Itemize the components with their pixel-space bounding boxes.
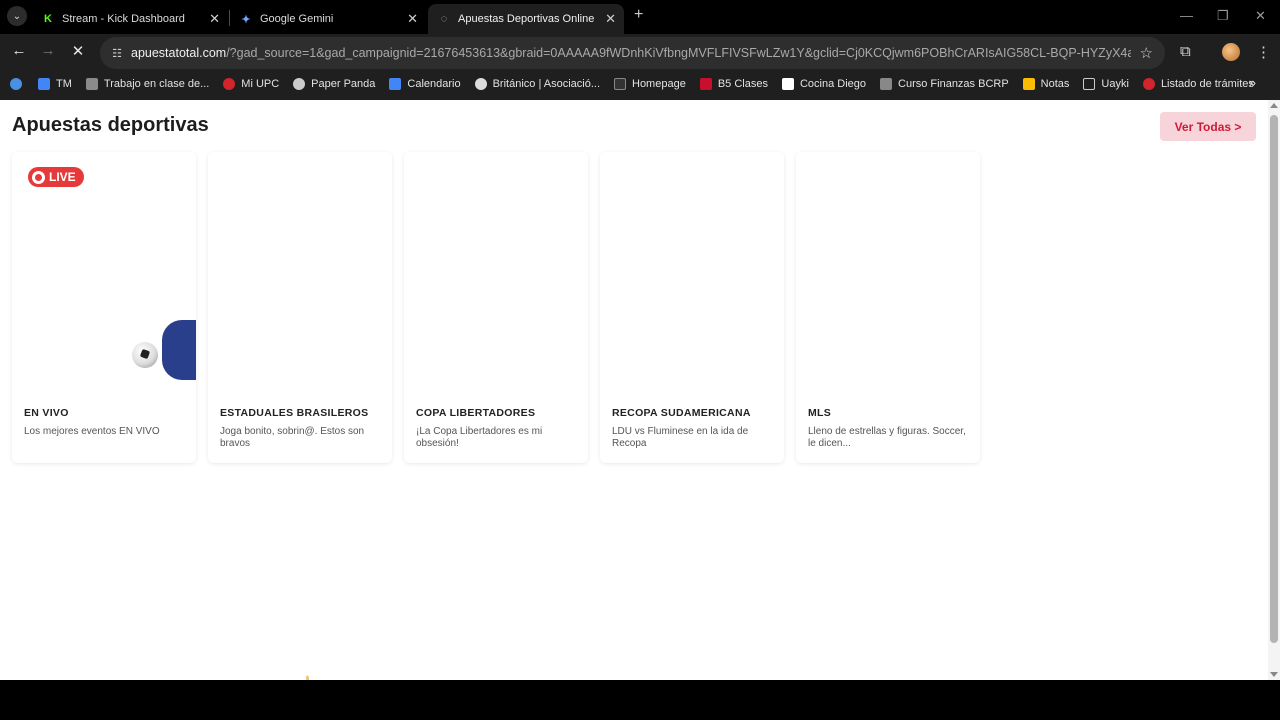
card-image-placeholder [208,152,392,396]
category-card-copa-libertadores[interactable]: COPA LIBERTADORES ¡La Copa Libertadores … [404,152,588,463]
tab-title: Stream - Kick Dashboard [62,13,185,25]
tab-bar: ⌄ K Stream - Kick Dashboard ✕ ✦ Google G… [0,0,1280,34]
more-menu-icon[interactable]: ⋮ [1256,43,1271,61]
close-tab-icon[interactable]: ✕ [407,11,418,27]
browser-toolbar: ← → ✕ ☷ apuestatotal.com/?gad_source=1&g… [0,34,1280,72]
gemini-favicon-icon: ✦ [241,13,251,26]
folder-icon [1083,78,1096,90]
profile-avatar[interactable] [1222,43,1240,61]
close-window-icon[interactable]: ✕ [1255,8,1266,24]
stadium-image: LIVE [12,152,196,396]
category-card-en-vivo[interactable]: LIVE EN VIVO Los mejores eventos EN VIVO [12,152,196,463]
card-title: RECOPA SUDAMERICANA [612,407,751,419]
close-tab-icon[interactable]: ✕ [209,11,220,27]
stadium-light [64,218,70,222]
stadium-light [172,192,178,196]
card-title: COPA LIBERTADORES [416,407,536,419]
tab-search-chevron-icon[interactable]: ⌄ [7,6,27,26]
panda-icon [293,78,306,90]
site-info-icon[interactable]: ☷ [109,45,125,61]
stadium-light [30,254,36,258]
live-dot-icon [32,170,45,184]
person-icon [85,78,98,90]
tab-google-gemini[interactable]: ✦ Google Gemini ✕ [230,4,426,34]
bookmarks-bar: TM Trabajo en clase de... Mi UPC Paper P… [0,72,1280,96]
card-image-placeholder [600,152,784,396]
bookmark-item[interactable]: Homepage [614,78,686,90]
d2l-icon [614,78,626,90]
card-title: EN VIVO [24,407,69,419]
address-bar[interactable]: ☷ apuestatotal.com/?gad_source=1&gad_cam… [100,37,1165,69]
bookmark-item[interactable]: TM [38,78,72,90]
card-description: LDU vs Fluminese en la ida de Recopa [612,426,749,449]
card-description: Los mejores eventos EN VIVO [24,426,160,437]
taskbar-area [0,680,1280,720]
live-badge: LIVE [28,167,84,187]
tramites-icon [1142,78,1155,90]
stop-loading-icon[interactable]: ✕ [67,42,89,60]
globe-icon [474,78,487,90]
tab-title: Apuestas Deportivas Online | Ap [458,13,598,25]
bookmark-eye-icon[interactable] [10,78,28,90]
card-description: Joga bonito, sobrin@. Estos son bravos [220,426,365,449]
page-content: Apuestas deportivas Ver Todas > LIVE EN … [0,100,1268,691]
stadium-light [54,218,60,222]
tab-apuestas-deportivas[interactable]: ◌ Apuestas Deportivas Online | Ap ✕ [428,4,624,34]
category-card-mls[interactable]: MLS Lleno de estrellas y figuras. Soccer… [796,152,980,463]
more-bookmarks-icon[interactable]: » [1249,75,1256,90]
calendar-icon [389,78,402,90]
bookmark-item[interactable]: Trabajo en clase de... [85,78,209,90]
ver-todas-button[interactable]: Ver Todas > [1160,112,1256,141]
card-image-placeholder [796,152,980,396]
card-image-placeholder [404,152,588,396]
keep-notes-icon [1022,78,1035,90]
card-description: Lleno de estrellas y figuras. Soccer, le… [808,426,966,449]
bcrp-icon [880,78,893,90]
scroll-thumb[interactable] [1270,115,1278,643]
bookmark-item[interactable]: Paper Panda [293,78,375,90]
scroll-up-icon[interactable] [1270,103,1278,108]
minimize-icon[interactable]: — [1180,8,1193,23]
category-card-recopa-sudamericana[interactable]: RECOPA SUDAMERICANA LDU vs Fluminese en … [600,152,784,463]
drive-icon [38,78,50,90]
bookmark-item[interactable]: Listado de trámites [1142,78,1254,90]
kick-favicon-icon: K [44,13,52,25]
forward-icon[interactable]: → [37,42,59,59]
browser-chrome: ⌄ K Stream - Kick Dashboard ✕ ✦ Google G… [0,0,1280,100]
card-title: ESTADUALES BRASILEROS [220,407,369,419]
uk-flag-icon [699,78,712,90]
r-logo-icon [781,78,794,90]
soccer-ball-icon [132,342,158,368]
card-title: MLS [808,407,832,419]
bookmark-item[interactable]: Calendario [389,78,461,90]
bookmark-folder[interactable]: Uayki [1083,78,1129,90]
stadium-light [88,218,94,222]
upc-icon [223,78,236,90]
bookmark-item[interactable]: Curso Finanzas BCRP [880,78,1009,90]
loading-favicon-icon: ◌ [440,13,448,25]
bookmark-item[interactable]: Mi UPC [223,78,279,90]
tab-title: Google Gemini [260,13,334,25]
back-icon[interactable]: ← [8,42,30,59]
eye-icon [10,78,22,90]
bookmark-star-icon[interactable]: ☆ [1140,44,1153,62]
player-leg [162,320,196,380]
bookmark-item[interactable]: Cocina Diego [781,78,866,90]
section-heading: Apuestas deportivas [12,114,209,136]
extensions-icon[interactable]: ⧉ [1180,43,1191,60]
scroll-down-icon[interactable] [1270,672,1278,677]
bookmark-item[interactable]: Notas [1022,78,1069,90]
new-tab-icon[interactable]: + [634,6,643,24]
close-tab-icon[interactable]: ✕ [605,11,616,27]
page-scrollbar[interactable] [1268,100,1280,680]
bookmark-item[interactable]: Británico | Asociació... [474,78,600,90]
card-description: ¡La Copa Libertadores es mi obsesión! [416,426,543,449]
restore-icon[interactable]: ❐ [1217,8,1229,24]
tab-kick-dashboard[interactable]: K Stream - Kick Dashboard ✕ [32,4,228,34]
category-card-estaduales-brasileros[interactable]: ESTADUALES BRASILEROS Joga bonito, sobri… [208,152,392,463]
url-text[interactable]: apuestatotal.com/?gad_source=1&gad_campa… [131,46,1131,60]
bookmark-item[interactable]: B5 Clases [699,78,768,90]
